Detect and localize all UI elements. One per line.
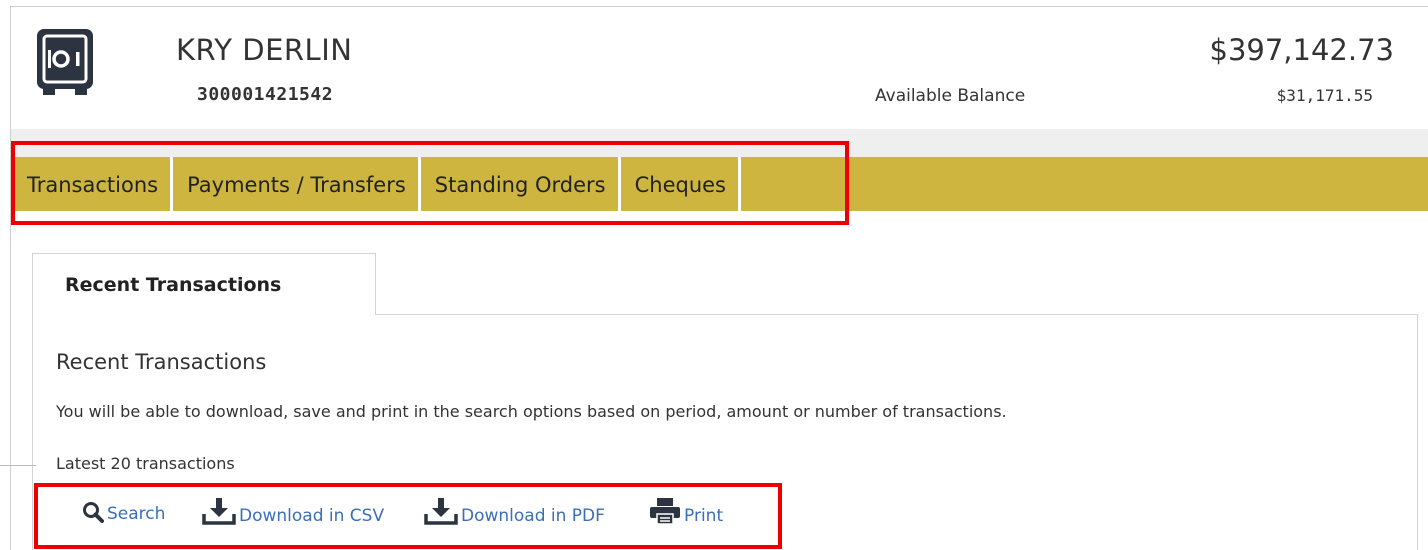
account-number: 300001421542: [197, 84, 334, 105]
tab-recent-transactions[interactable]: Recent Transactions: [32, 253, 376, 315]
print-label: Print: [684, 506, 724, 526]
account-name: KRY DERLIN: [176, 33, 353, 67]
available-balance-value: $31,171.55: [1276, 86, 1373, 105]
latest-transactions-label: Latest 20 transactions: [56, 454, 235, 473]
main-nav: Transactions Payments / Transfers Standi…: [11, 157, 1428, 211]
panel-title: Recent Transactions: [56, 350, 267, 374]
available-balance-label: Available Balance: [875, 86, 1026, 106]
actions-highlight-box: Search Download in CSV Download in PDF P…: [34, 483, 782, 549]
panel-description: You will be able to download, save and p…: [56, 402, 1007, 421]
nav-tab-payments-transfers[interactable]: Payments / Transfers: [173, 157, 421, 211]
nav-tab-standing-orders[interactable]: Standing Orders: [421, 157, 621, 211]
download-csv-link[interactable]: Download in CSV: [202, 497, 384, 525]
safe-icon: [35, 27, 95, 99]
download-pdf-link[interactable]: Download in PDF: [424, 497, 605, 525]
search-link[interactable]: Search: [82, 501, 165, 523]
account-balance: $397,142.73: [1209, 33, 1395, 67]
search-icon: [82, 501, 104, 523]
download-icon: [202, 497, 236, 525]
nav-tab-transactions[interactable]: Transactions: [11, 157, 174, 211]
nav-tab-cheques[interactable]: Cheques: [621, 157, 742, 211]
header-gap: [11, 129, 1428, 157]
download-csv-label: Download in CSV: [239, 506, 385, 526]
separator-line: [0, 465, 36, 466]
print-icon: [649, 497, 681, 525]
tab-label: Recent Transactions: [65, 274, 282, 296]
account-header: KRY DERLIN 300001421542 $397,142.73 Avai…: [11, 7, 1428, 129]
download-icon: [424, 497, 458, 525]
print-link[interactable]: Print: [649, 497, 723, 525]
download-pdf-label: Download in PDF: [461, 506, 605, 526]
search-label: Search: [107, 504, 166, 524]
